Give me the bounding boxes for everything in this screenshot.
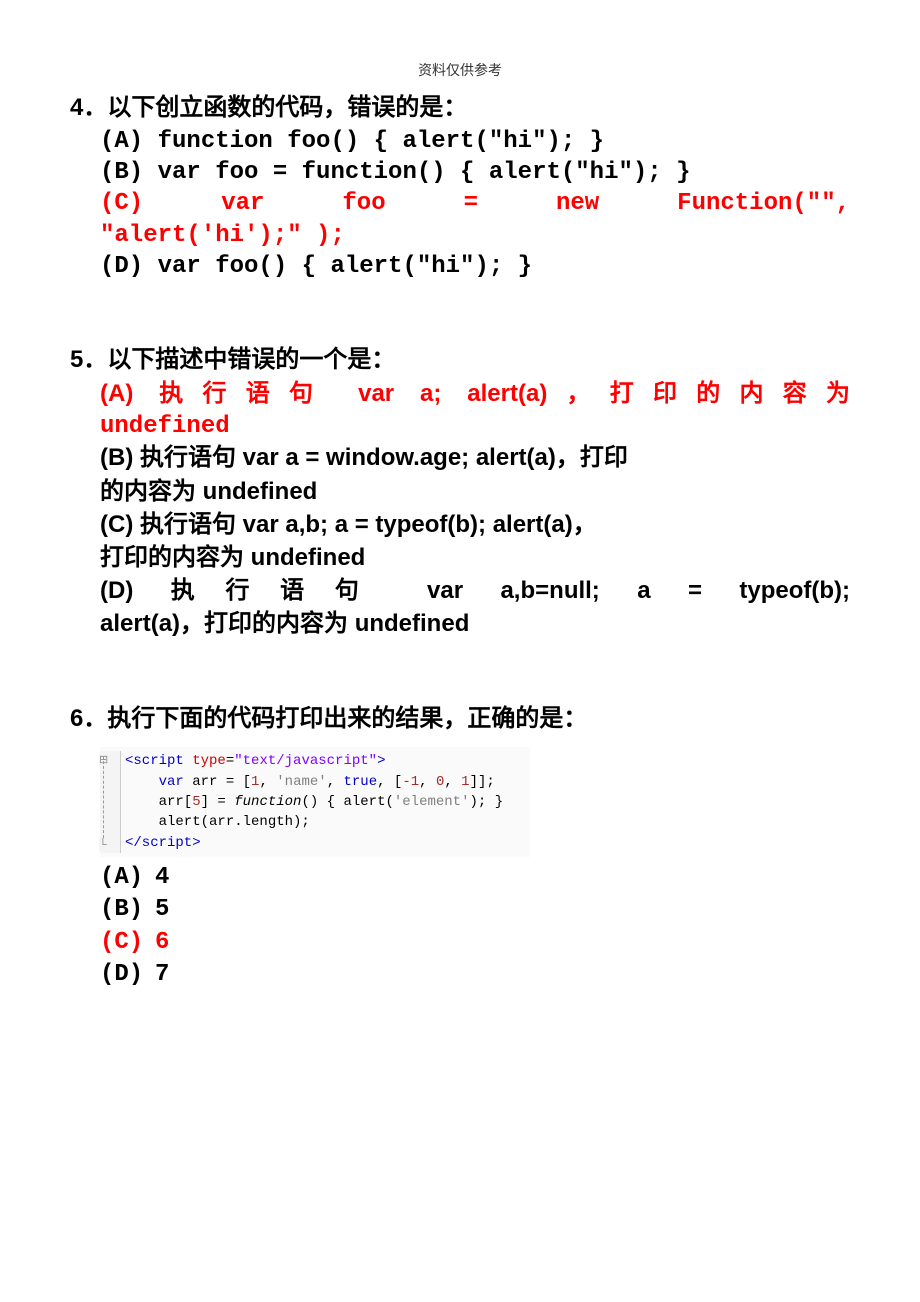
q6-a-label: (A) — [100, 862, 155, 894]
code-line-5: </script> — [125, 833, 530, 853]
q5-option-c-line2: 打印的内容为 undefined — [100, 542, 850, 575]
q4-option-c-line2: "alert('hi');" ); — [100, 220, 850, 251]
fold-end-icon: └ — [99, 839, 107, 851]
q4-options: (A) function foo() { alert("hi"); } (B) … — [100, 126, 850, 282]
q5-c1-text: (C) 执行语句 var a,b; a = typeof(b); alert(a… — [100, 511, 597, 538]
q5-d1-text: (D) 执行语句 var a,b=null; a = typeof(b); — [100, 577, 850, 604]
code-snippet: ⊟ └ <script type="text/javascript"> var … — [100, 747, 530, 856]
page-header: 资料仅供参考 — [70, 60, 850, 80]
q6-option-a: (A)4 — [100, 862, 850, 894]
fold-line — [103, 756, 104, 847]
q5-a-text: (A) 执行语句 var a; alert(a)，打印的内容为 — [100, 380, 850, 407]
q5-b1-text: (B) 执行语句 var a = window.age; alert(a)，打印 — [100, 444, 628, 471]
q6-b-label: (B) — [100, 894, 155, 926]
q5-option-d-line1: (D) 执行语句 var a,b=null; a = typeof(b); — [100, 575, 850, 608]
q4-option-a: (A) function foo() { alert("hi"); } — [100, 126, 850, 157]
q4-title: 4．以下创立函数的代码，错误的是： — [70, 90, 850, 126]
q5-option-b-line1: (B) 执行语句 var a = window.age; alert(a)，打印 — [100, 442, 850, 475]
q4-option-b: (B) var foo = function() { alert("hi"); … — [100, 157, 850, 188]
q6-option-c: (C)6 — [100, 927, 850, 959]
code-attr-val: "text/javascript" — [234, 753, 377, 769]
q5-title: 5．以下描述中错误的一个是： — [70, 342, 850, 378]
q5-option-a-line2: undefined — [100, 411, 850, 442]
q6-d-val: 7 — [155, 961, 169, 988]
q6-title: 6．执行下面的代码打印出来的结果，正确的是： — [70, 701, 850, 737]
q6-options: (A)4 (B)5 (C)6 (D)7 — [100, 862, 850, 992]
code-line-2: var arr = [1, 'name', true, [-1, 0, 1]]; — [125, 772, 530, 792]
q5-options: (A) 执行语句 var a; alert(a)，打印的内容为 undefine… — [100, 378, 850, 642]
q5-option-d-line2: alert(a)，打印的内容为 undefined — [100, 608, 850, 641]
question-5: 5．以下描述中错误的一个是： (A) 执行语句 var a; alert(a)，… — [70, 342, 850, 642]
code-line-4: alert(arr.length); — [125, 812, 530, 832]
q6-option-b: (B)5 — [100, 894, 850, 926]
question-4: 4．以下创立函数的代码，错误的是： (A) function foo() { a… — [70, 90, 850, 282]
code-gutter: ⊟ └ — [100, 751, 121, 852]
q5-option-b-line2: 的内容为 undefined — [100, 476, 850, 509]
q4-option-d: (D) var foo() { alert("hi"); } — [100, 251, 850, 282]
q6-option-d: (D)7 — [100, 959, 850, 991]
code-line-3: arr[5] = function() { alert('element'); … — [125, 792, 530, 812]
code-line-1: <script type="text/javascript"> — [125, 751, 530, 771]
q6-a-val: 4 — [155, 864, 169, 891]
q5-option-a-line1: (A) 执行语句 var a; alert(a)，打印的内容为 — [100, 378, 850, 411]
q5-b2-text: 的内容为 undefined — [100, 478, 317, 505]
q6-b-val: 5 — [155, 896, 169, 923]
q5-option-c-line1: (C) 执行语句 var a,b; a = typeof(b); alert(a… — [100, 509, 850, 542]
q6-c-label: (C) — [100, 927, 155, 959]
code-lines: <script type="text/javascript"> var arr … — [121, 751, 530, 852]
q6-d-label: (D) — [100, 959, 155, 991]
q5-d2-text: alert(a)，打印的内容为 undefined — [100, 610, 469, 637]
q4-option-c-line1: (C) var foo = new Function("", — [100, 188, 850, 219]
q5-c2-text: 打印的内容为 undefined — [100, 544, 365, 571]
question-6: 6．执行下面的代码打印出来的结果，正确的是： ⊟ └ <script type=… — [70, 701, 850, 991]
q6-c-val: 6 — [155, 929, 169, 956]
page-content: 资料仅供参考 4．以下创立函数的代码，错误的是： (A) function fo… — [0, 0, 920, 1111]
